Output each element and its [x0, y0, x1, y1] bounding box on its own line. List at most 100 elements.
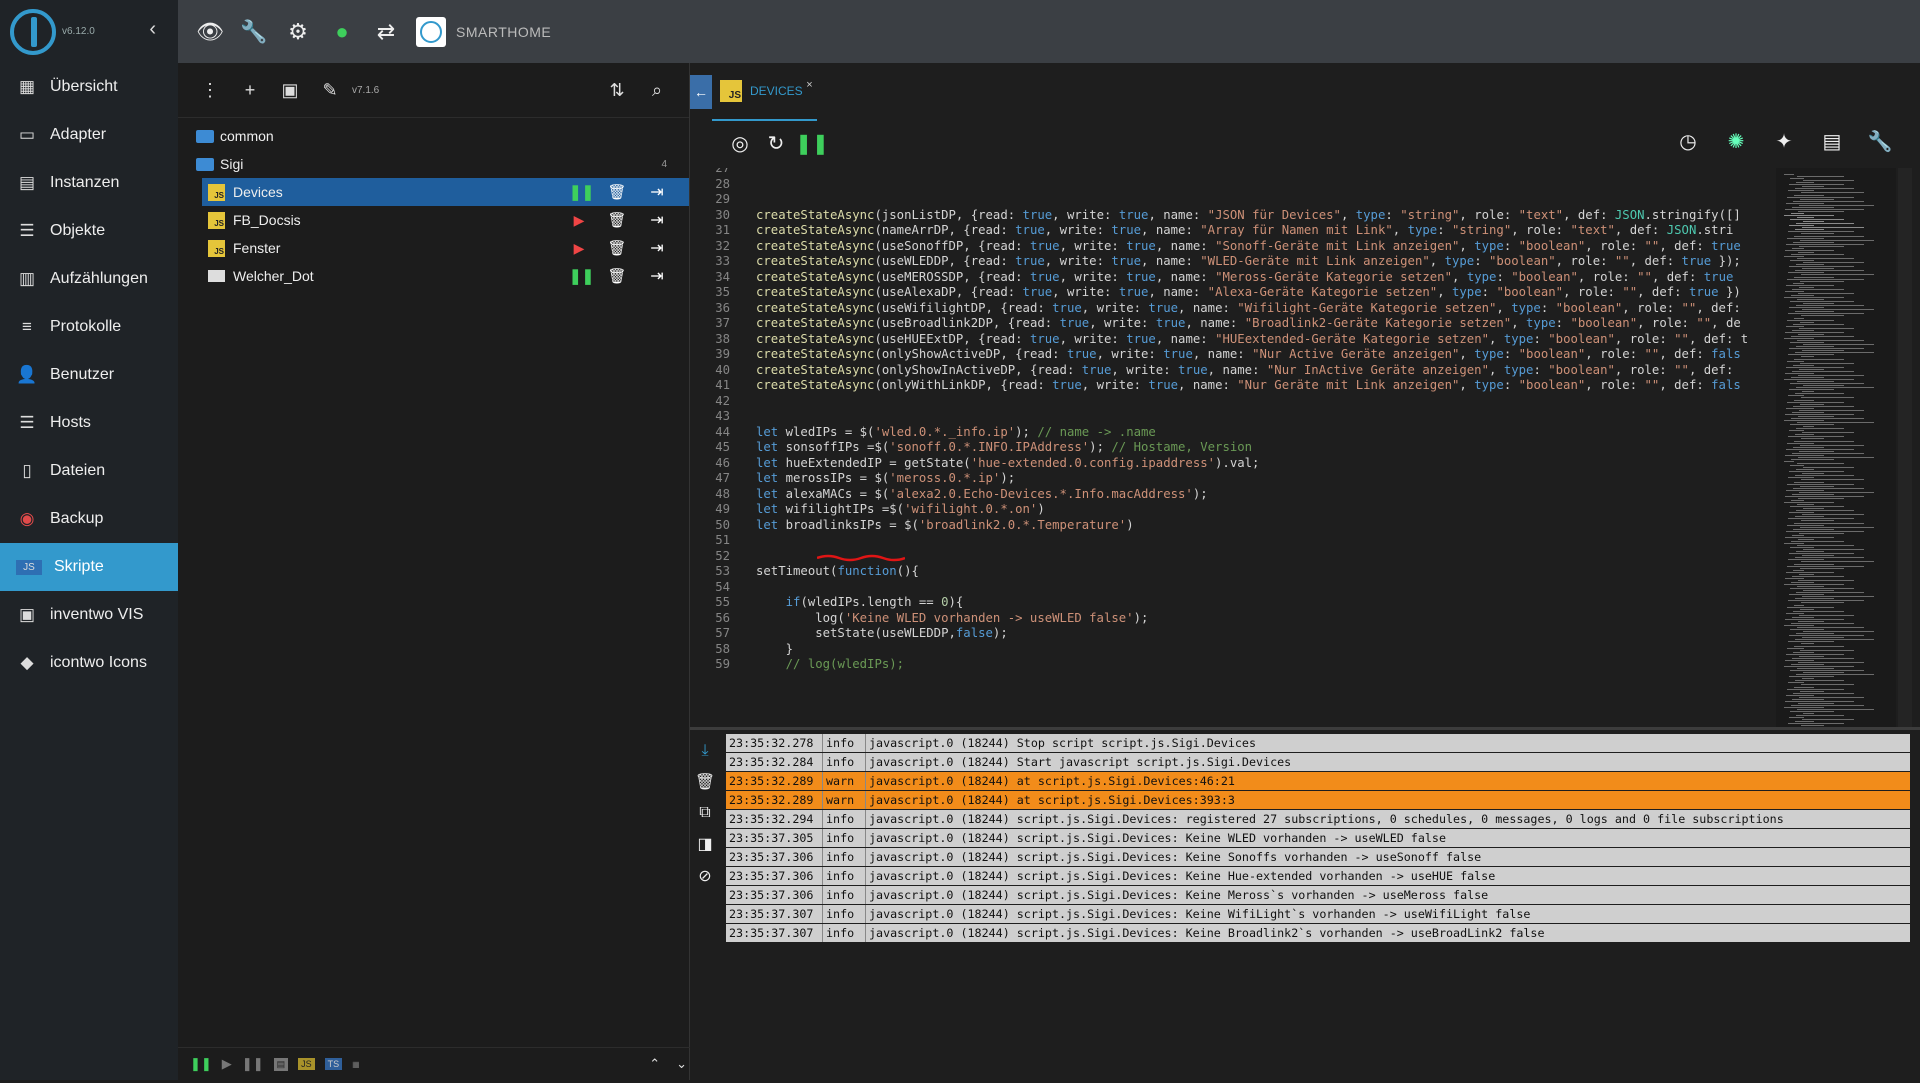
filter-paused-icon[interactable]: ❚❚: [242, 1056, 264, 1072]
minimap-line: [1791, 335, 1854, 337]
nav-item-benutzer[interactable]: 👤 Benutzer: [0, 351, 178, 399]
export-icon[interactable]: ⇥: [645, 210, 669, 230]
editor-toolbar: ◎ ↻ ❚❚ ◷ ✺ ✦ ▤ 🔧: [690, 121, 1920, 165]
minimap-line: [1795, 229, 1824, 231]
sync-off-icon[interactable]: ⇄: [364, 19, 408, 45]
nav-item-hosts[interactable]: ☰ Hosts: [0, 399, 178, 447]
wrench-icon[interactable]: 🔧: [232, 19, 276, 45]
nav-item-inventwo-vis[interactable]: ▣ inventwo VIS: [0, 591, 178, 639]
minimap-line: [1803, 262, 1864, 264]
minimap-line: [1794, 604, 1804, 606]
delete-icon[interactable]: 🗑: [607, 183, 627, 201]
delete-icon[interactable]: 🗑: [607, 239, 627, 257]
script-row[interactable]: Welcher_Dot ❚❚ 🗑 ⇥: [202, 262, 689, 290]
minimap-line: [1789, 553, 1854, 555]
icontwo-icon: ◆: [20, 653, 34, 672]
collapse-all-icon[interactable]: ⌃: [649, 1056, 660, 1072]
script-tree: ⋮ + ▣ ✎ v7.1.6 ⇅ ⌕ common Sigi 4 JS Devices ❚…: [178, 63, 701, 1080]
code-line: createStateAsync(useBroadlink2DP, {read:…: [756, 316, 1741, 330]
code-line: createStateAsync(useHUEExtDP, {read: tru…: [756, 331, 1749, 346]
nav-item-icontwo-icons[interactable]: ◆ icontwo Icons: [0, 639, 178, 687]
minimap-line: [1784, 420, 1824, 421]
nav-item-protokolle[interactable]: ≡ Protokolle: [0, 303, 178, 351]
scroll-down-icon[interactable]: ⤓: [701, 742, 708, 760]
minimap-line: [1785, 700, 1854, 702]
log-time: 23:35:37.305: [726, 829, 823, 847]
pause-icon[interactable]: ❚❚: [794, 131, 830, 156]
log-message: javascript.0 (18244) at script.js.Sigi.D…: [869, 793, 1235, 807]
minimap-line: [1795, 557, 1864, 559]
minimap-line: [1787, 483, 1854, 485]
tab-devices[interactable]: JS DEVICES ×: [712, 63, 817, 121]
eye-icon[interactable]: 👁: [188, 19, 232, 45]
script-row[interactable]: JS FB_Docsis ▶ 🗑 ⇥: [202, 206, 689, 234]
code-editor[interactable]: 27 28 29 30 createStateAsync(jsonListDP, {re…: [690, 168, 1776, 788]
expert-mode-icon[interactable]: ●: [320, 19, 364, 45]
search-icon[interactable]: ⌕: [637, 80, 677, 101]
delete-icon[interactable]: 🗑: [607, 267, 627, 285]
nav-item-dateien[interactable]: ▯ Dateien: [0, 447, 178, 495]
line-number: 37: [715, 316, 730, 330]
export-icon[interactable]: ⇥: [645, 238, 669, 258]
code-minimap[interactable]: [1776, 168, 1896, 788]
script-row[interactable]: JS Devices ❚❚ 🗑 ⇥: [202, 178, 689, 206]
back-arrow-icon[interactable]: ←: [690, 75, 712, 109]
debug-target-icon[interactable]: ◎: [722, 131, 758, 156]
copy-icon[interactable]: ⧉: [699, 804, 710, 822]
script-row[interactable]: JS Fenster ▶ 🗑 ⇥: [202, 234, 689, 262]
export-icon[interactable]: ⇥: [645, 182, 669, 202]
gear-icon[interactable]: ⚙: [276, 19, 320, 45]
minimap-line: [1795, 188, 1854, 190]
nav-item-skripte[interactable]: JS Skripte: [0, 543, 178, 591]
filter-stopped-icon[interactable]: ▶: [222, 1056, 232, 1072]
pause-script-icon[interactable]: ❚❚: [569, 267, 594, 285]
clipboard-icon[interactable]: ▤: [1814, 129, 1850, 154]
iobroker-logo[interactable]: [10, 8, 56, 55]
start-script-icon[interactable]: ▶: [569, 240, 589, 257]
log-time: 23:35:37.306: [726, 867, 823, 885]
filter-running-icon[interactable]: ❚❚: [190, 1056, 212, 1072]
pause-script-icon[interactable]: ❚❚: [569, 183, 594, 201]
nav-item-aufzählungen[interactable]: ▥ Aufzählungen: [0, 255, 178, 303]
sort-icon[interactable]: ⇅: [597, 80, 637, 101]
edit-icon[interactable]: ✎: [310, 80, 350, 101]
filter-js-icon[interactable]: JS: [298, 1058, 315, 1070]
more-menu-icon[interactable]: ⋮: [190, 80, 230, 101]
wrench-icon[interactable]: 🔧: [1862, 129, 1898, 154]
sparkle-icon[interactable]: ✦: [1766, 129, 1802, 154]
nav-item-instanzen[interactable]: ▤ Instanzen: [0, 159, 178, 207]
filter-ts-icon[interactable]: TS: [324, 1058, 343, 1070]
add-script-icon[interactable]: +: [230, 80, 270, 101]
log-time: 23:35:37.306: [726, 886, 823, 904]
editor-scrollbar[interactable]: [1898, 168, 1912, 788]
expand-all-icon[interactable]: ⌄: [676, 1056, 687, 1072]
clock-icon[interactable]: ◷: [1670, 129, 1706, 154]
filter-blockly-icon[interactable]: ▤: [273, 1057, 289, 1071]
log-time: 23:35:37.306: [726, 848, 823, 866]
add-folder-icon[interactable]: ▣: [270, 80, 310, 101]
export-icon[interactable]: ⇥: [645, 266, 669, 286]
table-view-icon[interactable]: ◨: [697, 834, 712, 854]
filter-rules-icon[interactable]: ▦: [352, 1060, 360, 1069]
close-tab-icon[interactable]: ×: [806, 79, 812, 91]
chatgpt-icon[interactable]: ✺: [1718, 129, 1754, 154]
nav-item-adapter[interactable]: ▭ Adapter: [0, 111, 178, 159]
clear-log-icon[interactable]: 🗑: [695, 772, 715, 792]
hide-icon[interactable]: ⊘: [698, 866, 711, 886]
delete-icon[interactable]: 🗑: [607, 211, 627, 229]
nav-item-backup[interactable]: ◉ Backup: [0, 495, 178, 543]
nav-item-übersicht[interactable]: ▦ Übersicht: [0, 63, 178, 111]
minimap-line: [1784, 625, 1814, 626]
line-number: 38: [715, 331, 730, 346]
log-level: info: [823, 886, 866, 904]
inventwo-icon: ▣: [18, 605, 36, 624]
collapse-nav-icon[interactable]: ‹: [149, 18, 156, 41]
log-level: info: [823, 924, 866, 942]
restart-icon[interactable]: ↻: [758, 131, 794, 156]
start-script-icon[interactable]: ▶: [569, 212, 589, 229]
folder-row[interactable]: Sigi 4: [178, 150, 689, 178]
log-toolbar: ⤓ 🗑 ⧉ ◨ ⊘: [690, 730, 720, 886]
folder-row[interactable]: common: [178, 122, 689, 150]
minimap-line: [1793, 200, 1864, 202]
nav-item-objekte[interactable]: ☰ Objekte: [0, 207, 178, 255]
